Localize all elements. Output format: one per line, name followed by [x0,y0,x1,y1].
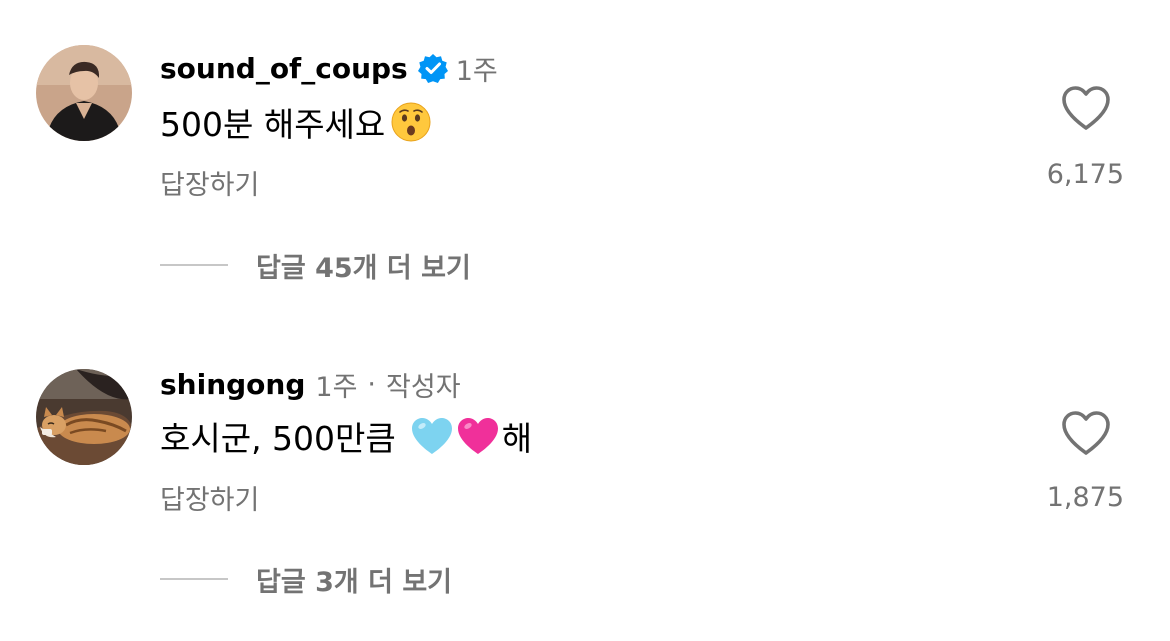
reply-button[interactable]: 답장하기 [160,478,259,517]
view-replies-label: 답글 3개 더 보기 [256,566,453,598]
divider-line [160,578,228,580]
comment-meta: shingong 1주 · 작성자 [160,364,461,404]
comment-meta: sound_of_coups 1주 [160,48,498,88]
pink-heart-emoji [456,416,500,456]
comment-text: 500분 해주세요 [160,105,386,144]
avatar[interactable] [36,369,132,465]
avatar-photo [36,45,132,141]
view-replies-button[interactable]: 답글 45개 더 보기 [160,245,471,285]
avatar[interactable] [36,45,132,141]
like-heart-icon[interactable] [1060,409,1112,457]
comment-time: 1주 [315,371,358,403]
username[interactable]: shingong [160,368,305,401]
comment-text-row: 호시군, 500만큼 해 [160,412,532,460]
comment-text-suffix: 해 [501,419,533,458]
like-heart-icon[interactable] [1060,84,1112,132]
like-count: 1,875 [1046,482,1124,513]
light-blue-heart-emoji [410,416,454,456]
meta-separator: · [367,368,377,400]
username[interactable]: sound_of_coups [160,52,408,85]
comment-text: 호시군, 500만큼 [160,419,396,458]
verified-badge-icon [417,53,448,83]
divider-line [160,264,228,266]
view-replies-button[interactable]: 답글 3개 더 보기 [160,559,452,599]
like-count: 6,175 [1046,159,1124,190]
author-tag: 작성자 [386,371,461,403]
avatar-photo [36,369,132,465]
view-replies-label: 답글 45개 더 보기 [256,252,471,284]
reply-button[interactable]: 답장하기 [160,163,259,202]
comment-time: 1주 [455,55,498,87]
comment-text-row: 500분 해주세요 [160,98,431,146]
hushed-face-emoji [391,102,431,142]
